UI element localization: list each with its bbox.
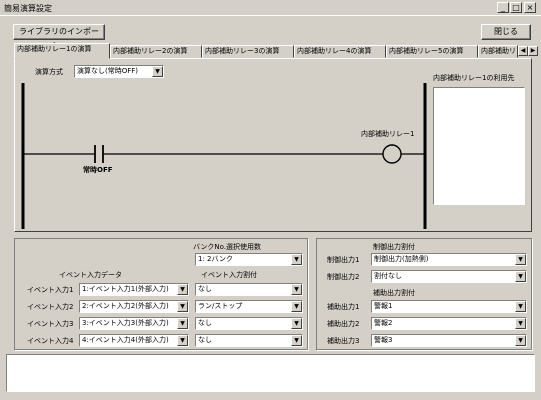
- event-input-1-data-select[interactable]: 1:イベント入力1(外部入力) ▼: [79, 283, 189, 296]
- aux-output-3-select[interactable]: 警報3 ▼: [371, 334, 527, 347]
- chevron-down-icon[interactable]: ▼: [177, 284, 188, 295]
- title-bar: 簡易演算設定 _ □ ×: [0, 0, 541, 16]
- aux-output-1-value: 警報1: [374, 302, 393, 310]
- event-assign-header: イベント入力割付: [201, 271, 257, 279]
- coil-icon: [382, 144, 402, 164]
- chevron-down-icon[interactable]: ▼: [177, 335, 188, 346]
- tab-relay-5[interactable]: 内部補助リレー5の演算: [386, 45, 478, 58]
- chevron-down-icon[interactable]: ▼: [177, 301, 188, 312]
- aux-output-2-select[interactable]: 警報2 ▼: [371, 317, 527, 330]
- tab-relay-4[interactable]: 内部補助リレー4の演算: [294, 45, 386, 58]
- bank-value: 1: 2バンク: [198, 255, 233, 263]
- bank-label: バンクNo.選択使用数: [193, 243, 261, 251]
- aux-output-header: 補助出力割付: [373, 289, 415, 297]
- event-input-3-data-select[interactable]: 3:イベント入力3(外部入力) ▼: [79, 317, 189, 330]
- chevron-down-icon[interactable]: ▼: [515, 318, 526, 329]
- event-input-1-label: イベント入力1: [27, 286, 74, 294]
- ladder-diagram: [21, 83, 427, 229]
- chevron-down-icon[interactable]: ▼: [515, 254, 526, 265]
- message-area[interactable]: [6, 354, 535, 392]
- tab-relay-1[interactable]: 内部補助リレー1の演算: [14, 43, 110, 59]
- chevron-down-icon[interactable]: ▼: [515, 301, 526, 312]
- event-input-4-data: 4:イベント入力4(外部入力): [82, 336, 169, 344]
- close-window-button[interactable]: ×: [524, 2, 536, 13]
- control-output-2-select[interactable]: 割付なし ▼: [371, 270, 527, 283]
- event-input-2-data-select[interactable]: 2:イベント入力2(外部入力) ▼: [79, 300, 189, 313]
- control-output-2-label: 制御出力2: [327, 273, 360, 281]
- aux-output-1-select[interactable]: 警報1 ▼: [371, 300, 527, 313]
- event-input-2-assign-select[interactable]: ラン/ストップ ▼: [195, 300, 303, 313]
- tab-relay-3[interactable]: 内部補助リレー3の演算: [202, 45, 294, 58]
- aux-output-1-label: 補助出力1: [327, 303, 360, 311]
- event-input-4-label: イベント入力4: [27, 337, 74, 345]
- event-data-header: イベント入力データ: [59, 271, 122, 279]
- event-input-3-assign: なし: [198, 319, 212, 327]
- output-assign-group: 制御出力割付 制御出力1 制御出力(加熱側) ▼ 制御出力2 割付なし ▼ 補助出力…: [316, 238, 532, 350]
- tab-panel: 演算方式 演算なし(常時OFF) ▼ 常時OFF 内部補助リレー1 内部補助リレ…: [14, 58, 532, 232]
- minimize-button[interactable]: _: [497, 2, 509, 13]
- tab-relay-6[interactable]: 内部補助リレー: [478, 45, 518, 58]
- chevron-down-icon[interactable]: ▼: [291, 318, 302, 329]
- chevron-down-icon[interactable]: ▼: [291, 335, 302, 346]
- event-input-4-data-select[interactable]: 4:イベント入力4(外部入力) ▼: [79, 334, 189, 347]
- contact-label: 常時OFF: [83, 166, 113, 174]
- event-input-4-assign-select[interactable]: なし ▼: [195, 334, 303, 347]
- chevron-down-icon[interactable]: ▼: [515, 335, 526, 346]
- control-output-2-value: 割付なし: [374, 272, 402, 280]
- tab-scroll-right-icon[interactable]: ▶: [528, 46, 538, 56]
- event-input-3-label: イベント入力3: [27, 320, 74, 328]
- event-input-2-label: イベント入力2: [27, 303, 74, 311]
- event-input-1-assign: なし: [198, 285, 212, 293]
- close-button[interactable]: 閉じる: [481, 24, 531, 40]
- event-input-3-data: 3:イベント入力3(外部入力): [82, 319, 169, 327]
- control-output-1-select[interactable]: 制御出力(加熱側) ▼: [371, 253, 527, 266]
- chevron-down-icon[interactable]: ▼: [291, 254, 302, 265]
- control-output-header: 制御出力割付: [373, 243, 415, 251]
- aux-output-2-value: 警報2: [374, 319, 393, 327]
- control-output-1-label: 制御出力1: [327, 256, 360, 264]
- maximize-button[interactable]: □: [510, 2, 522, 13]
- event-input-3-assign-select[interactable]: なし ▼: [195, 317, 303, 330]
- chevron-down-icon[interactable]: ▼: [515, 271, 526, 282]
- window-title: 簡易演算設定: [4, 4, 52, 13]
- tab-relay-2[interactable]: 内部補助リレー2の演算: [110, 45, 202, 58]
- event-input-group: バンクNo.選択使用数 1: 2バンク ▼ イベント入力データ イベント入力割付…: [14, 238, 308, 350]
- chevron-down-icon[interactable]: ▼: [177, 318, 188, 329]
- bank-select[interactable]: 1: 2バンク ▼: [195, 253, 303, 266]
- aux-output-3-value: 警報3: [374, 336, 393, 344]
- event-input-2-data: 2:イベント入力2(外部入力): [82, 302, 169, 310]
- chevron-down-icon[interactable]: ▼: [291, 301, 302, 312]
- usage-title: 内部補助リレー1の利用先: [433, 74, 515, 82]
- aux-output-3-label: 補助出力3: [327, 337, 360, 345]
- aux-output-2-label: 補助出力2: [327, 320, 360, 328]
- event-input-1-assign-select[interactable]: なし ▼: [195, 283, 303, 296]
- tab-scroll-left-icon[interactable]: ◀: [518, 46, 528, 56]
- usage-list[interactable]: [433, 87, 525, 205]
- coil-label: 内部補助リレー1: [361, 130, 415, 138]
- relay-tabs: 内部補助リレー1の演算 内部補助リレー2の演算 内部補助リレー3の演算 内部補助…: [14, 43, 538, 59]
- import-library-button[interactable]: ライブラリのインポート...: [13, 24, 105, 50]
- control-output-1-value: 制御出力(加熱側): [374, 255, 429, 263]
- event-input-4-assign: なし: [198, 336, 212, 344]
- chevron-down-icon[interactable]: ▼: [291, 284, 302, 295]
- event-input-2-assign: ラン/ストップ: [198, 302, 243, 310]
- event-input-1-data: 1:イベント入力1(外部入力): [82, 285, 169, 293]
